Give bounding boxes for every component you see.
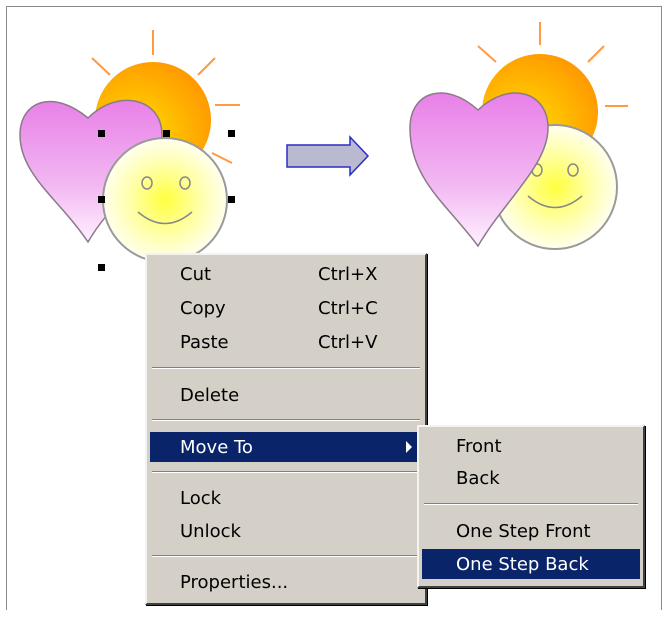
menu-item-label: Paste [180,332,229,353]
menu-item-label: One Step Back [456,554,589,575]
menu-item-label: One Step Front [456,521,591,542]
submenu-item-back[interactable]: Back [422,463,640,493]
left-smiley-face-icon [102,137,228,263]
menu-item-label: Copy [180,298,226,319]
menu-item-label: Lock [180,488,222,509]
menu-separator [424,503,638,505]
menu-item-label: Unlock [180,521,241,542]
menu-item-properties[interactable]: Properties... [150,567,422,597]
menu-item-copy[interactable]: Copy Ctrl+C [150,293,422,323]
menu-separator [152,419,420,421]
submenu-item-one-step-back[interactable]: One Step Back [422,549,640,579]
menu-item-label: Front [456,436,502,457]
menu-item-delete[interactable]: Delete [150,380,422,410]
move-to-submenu: Front Back One Step Front One Step Back [417,425,645,588]
menu-separator [152,367,420,369]
menu-item-label: Move To [180,437,253,458]
menu-item-label: Delete [180,385,240,406]
submenu-item-one-step-front[interactable]: One Step Front [422,516,640,546]
menu-item-cut[interactable]: Cut Ctrl+X [150,259,422,289]
right-arrow-icon [286,135,370,177]
menu-item-label: Properties... [180,572,289,593]
menu-item-label: Cut [180,264,212,285]
menu-item-shortcut: Ctrl+X [318,264,378,285]
menu-separator [152,555,420,557]
menu-item-label: Back [456,468,500,489]
menu-separator [152,471,420,473]
menu-item-lock[interactable]: Lock [150,483,422,513]
menu-item-shortcut: Ctrl+C [318,298,378,319]
menu-item-unlock[interactable]: Unlock [150,516,422,546]
submenu-item-front[interactable]: Front [422,431,640,461]
menu-item-shortcut: Ctrl+V [318,332,378,353]
context-menu: Cut Ctrl+X Copy Ctrl+C Paste Ctrl+V Dele… [145,253,427,605]
menu-item-move-to[interactable]: Move To [150,432,422,462]
menu-item-paste[interactable]: Paste Ctrl+V [150,327,422,357]
submenu-arrow-icon [406,441,412,453]
